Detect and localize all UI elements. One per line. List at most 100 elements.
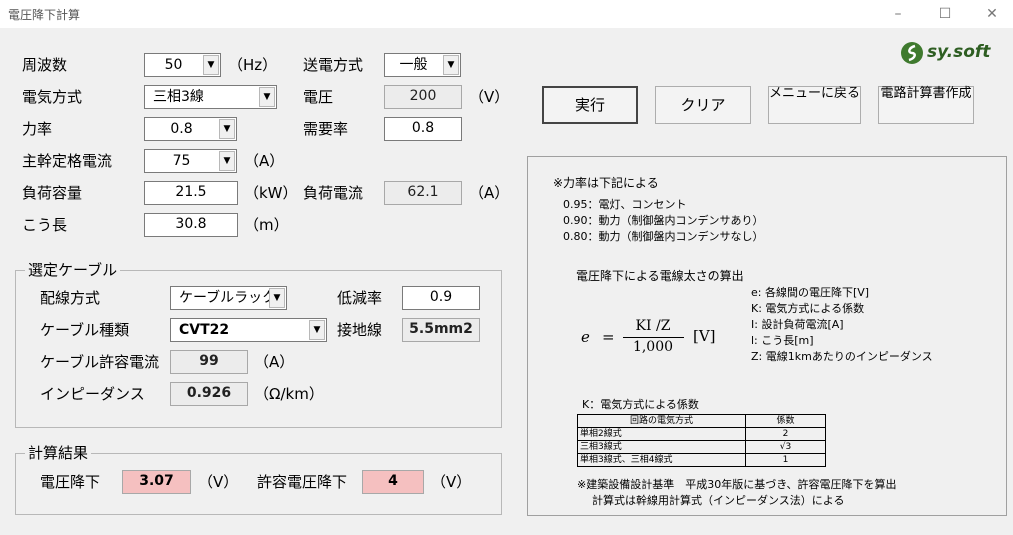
legend-line: l: こう長[m]	[751, 334, 814, 347]
chevron-down-icon[interactable]: ▼	[219, 151, 235, 171]
chevron-down-icon[interactable]: ▼	[309, 320, 325, 340]
electric-method-value: 三相3線	[153, 89, 204, 105]
voltage-label: 電圧	[303, 88, 334, 106]
chevron-down-icon[interactable]: ▼	[269, 288, 285, 308]
pf-title: ※力率は下記による	[553, 176, 659, 190]
legend-line: e: 各線間の電圧降下[V]	[751, 286, 870, 299]
table-row: 三相3線式 √3	[577, 440, 826, 454]
report-button[interactable]: 電路計算書作成	[878, 86, 974, 124]
allowable-current-label: ケーブル許容電流	[40, 353, 160, 371]
cable-group-title: 選定ケーブル	[25, 261, 121, 279]
legend-line: Z: 電線1kmあたりのインピーダンス	[751, 350, 933, 363]
wiring-select[interactable]: ケーブルラック ▼	[170, 286, 287, 310]
main-current-unit: （A）	[244, 152, 285, 170]
k-table-title: K：電気方式による係数	[582, 398, 699, 411]
run-button[interactable]: 実行	[542, 86, 638, 124]
table-cell: 1	[745, 453, 826, 467]
frequency-label: 周波数	[22, 56, 68, 74]
wiring-value: ケーブルラック	[179, 290, 277, 306]
chevron-down-icon[interactable]: ▼	[203, 55, 219, 75]
chevron-down-icon[interactable]: ▼	[219, 119, 235, 139]
formula-title: 電圧降下による電線太さの算出	[576, 269, 744, 283]
voltage-unit: （V）	[469, 88, 510, 106]
allowed-drop-field: 4	[362, 470, 424, 494]
main-current-select[interactable]: 75 ▼	[144, 149, 237, 173]
title-bar	[0, 0, 1013, 28]
table-cell: 2	[745, 427, 826, 441]
allowed-drop-label: 許容電圧降下	[257, 473, 348, 491]
table-cell: 単相2線式	[577, 427, 746, 441]
cable-type-value: CVT22	[179, 322, 230, 338]
cable-type-select[interactable]: CVT22 ▼	[170, 318, 327, 342]
legend-line: K: 電気方式による係数	[751, 302, 865, 315]
window-title: 電圧降下計算	[8, 8, 81, 22]
load-capacity-label: 負荷容量	[22, 184, 83, 202]
reduction-label: 低減率	[337, 289, 383, 307]
note-line: ※建築設備設計基準 平成30年版に基づき、許容電圧降下を算出	[577, 478, 897, 491]
logo-text: sy.soft	[927, 42, 991, 62]
power-factor-value: 0.8	[170, 121, 193, 137]
load-current-label: 負荷電流	[303, 184, 364, 202]
ground-label: 接地線	[337, 321, 383, 339]
pf-line: 0.80：動力（制御盤内コンデンサなし）	[563, 230, 764, 243]
close-button[interactable]: ✕	[977, 4, 1007, 24]
logo-icon	[901, 42, 923, 64]
formula-equals: =	[602, 328, 615, 346]
demand-factor-label: 需要率	[303, 120, 349, 138]
transmission-label: 送電方式	[303, 56, 364, 74]
table-cell: 三相3線式	[577, 440, 746, 454]
table-cell: 単相3線式、三相4線式	[577, 453, 746, 467]
transmission-value: 一般	[399, 57, 428, 73]
main-current-label: 主幹定格電流	[22, 152, 113, 170]
pf-line: 0.90：動力（制御盤内コンデンサあり）	[563, 214, 764, 227]
cable-type-label: ケーブル種類	[40, 321, 130, 339]
voltage-drop-unit: （V）	[198, 473, 239, 491]
clear-button[interactable]: クリア	[655, 86, 751, 124]
voltage-field: 200	[384, 85, 462, 109]
length-unit: （m）	[244, 216, 289, 234]
load-capacity-field[interactable]: 21.5	[144, 181, 238, 205]
chevron-down-icon[interactable]: ▼	[443, 55, 459, 75]
logo: sy.soft	[900, 40, 992, 66]
transmission-select[interactable]: 一般 ▼	[384, 53, 461, 77]
allowable-current-unit: （A）	[254, 353, 295, 371]
power-factor-label: 力率	[22, 120, 53, 138]
load-capacity-unit: （kW）	[244, 184, 298, 202]
formula-numerator: KI /Z	[635, 318, 671, 334]
minimize-button[interactable]: –	[883, 4, 913, 24]
table-header: 係数	[745, 414, 826, 428]
impedance-field: 0.926	[170, 382, 248, 406]
chevron-down-icon[interactable]: ▼	[259, 87, 275, 107]
table-row: 単相3線式、三相4線式 1	[577, 453, 826, 467]
power-factor-select[interactable]: 0.8 ▼	[144, 117, 237, 141]
note-line: 計算式は幹線用計算式（インピーダンス法）による	[592, 494, 845, 507]
menu-button[interactable]: メニューに戻る	[768, 86, 861, 124]
wiring-label: 配線方式	[40, 289, 101, 307]
pf-line: 0.95：電灯、コンセント	[563, 198, 687, 211]
frequency-select[interactable]: 50 ▼	[144, 53, 221, 77]
formula-denominator: 1,000	[632, 339, 674, 355]
frequency-value: 50	[164, 57, 183, 73]
table-row: 単相2線式 2	[577, 427, 826, 441]
main-current-value: 75	[172, 153, 191, 169]
electric-method-select[interactable]: 三相3線 ▼	[144, 85, 277, 109]
length-field[interactable]: 30.8	[144, 213, 238, 237]
load-current-unit: （A）	[469, 184, 510, 202]
impedance-label: インピーダンス	[40, 385, 145, 403]
demand-factor-field[interactable]: 0.8	[384, 117, 462, 141]
formula-lhs: e	[581, 328, 590, 346]
maximize-button[interactable]: ☐	[930, 4, 960, 24]
reduction-field[interactable]: 0.9	[402, 286, 480, 310]
length-label: こう長	[22, 216, 68, 234]
result-group-title: 計算結果	[25, 444, 92, 462]
impedance-unit: （Ω/km）	[254, 385, 324, 403]
load-current-field: 62.1	[384, 181, 462, 205]
table-cell: √3	[745, 440, 826, 454]
legend-line: I: 設計負荷電流[A]	[751, 318, 844, 331]
k-table: 回路の電気方式 係数 単相2線式 2 三相3線式 √3 単相3線式、三相4線式 …	[577, 414, 826, 467]
ground-field: 5.5mm2	[402, 318, 480, 342]
electric-method-label: 電気方式	[22, 88, 83, 106]
frequency-unit: （Hz）	[228, 56, 278, 74]
formula-unit: [V]	[693, 327, 716, 345]
table-row: 回路の電気方式 係数	[577, 414, 826, 428]
